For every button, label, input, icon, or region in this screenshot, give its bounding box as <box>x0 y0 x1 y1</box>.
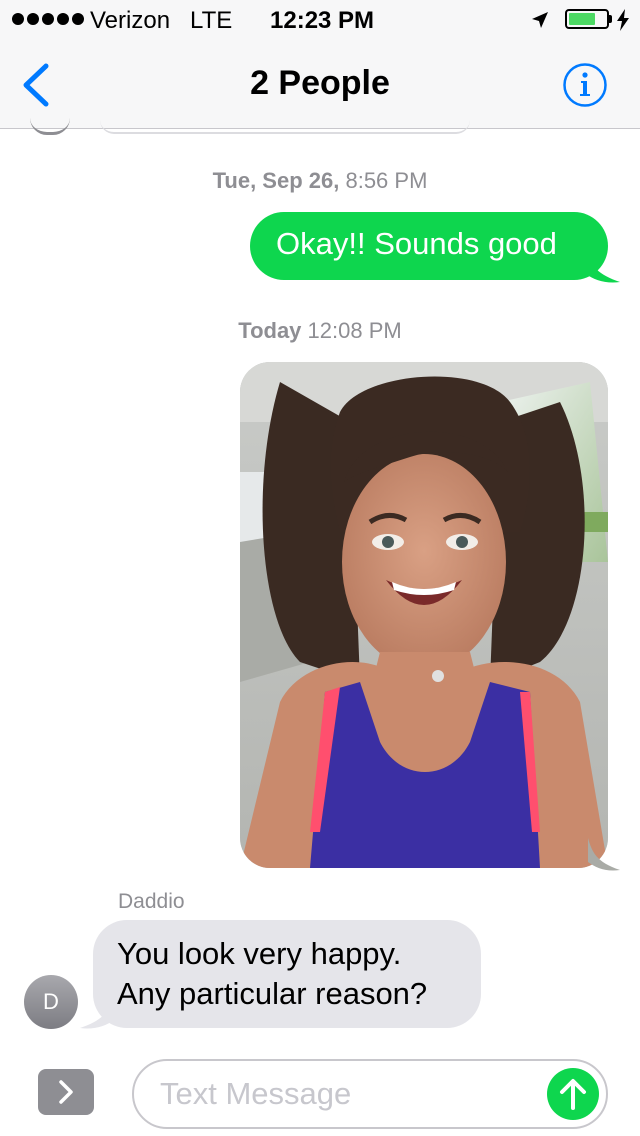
incoming-message-bubble[interactable]: You look very happy. Any particular reas… <box>93 920 481 1028</box>
previous-avatar-edge <box>30 118 70 135</box>
message-input[interactable] <box>132 1059 608 1129</box>
carrier-label: Verizon <box>90 7 171 34</box>
photo-message[interactable] <box>240 362 608 868</box>
send-button[interactable] <box>547 1068 599 1120</box>
signal-strength-icon <box>12 13 84 25</box>
bubble-tail <box>588 838 620 871</box>
chevron-right-icon <box>59 1080 73 1104</box>
selfie-photo <box>240 362 608 868</box>
navigation-bar: 2 People <box>0 40 640 129</box>
battery-icon <box>565 9 609 29</box>
info-icon[interactable] <box>562 62 608 108</box>
timestamp: Tue, Sep 26, 8:56 PM <box>212 168 428 193</box>
timestamp: Today 12:08 PM <box>238 318 402 343</box>
network-type-label: LTE <box>190 7 233 34</box>
location-arrow-icon <box>532 12 548 28</box>
message-line: You look very happy. <box>117 936 402 971</box>
previous-bubble-edge <box>100 120 470 134</box>
status-bar: Verizon LTE 12:23 PM <box>0 0 640 40</box>
bubble-tail <box>80 996 114 1029</box>
avatar[interactable]: D <box>24 975 78 1029</box>
conversation-title[interactable]: 2 People <box>0 64 640 103</box>
outgoing-message-bubble[interactable]: Okay!! Sounds good <box>250 212 608 280</box>
arrow-up-icon <box>560 1079 586 1110</box>
charging-bolt-icon <box>617 9 629 31</box>
sender-name: Daddio <box>118 890 185 913</box>
bubble-tail <box>586 250 620 283</box>
message-line: Any particular reason? <box>117 976 428 1011</box>
battery-tip <box>609 15 612 23</box>
status-time: 12:23 PM <box>270 7 375 34</box>
apps-button[interactable] <box>38 1069 94 1115</box>
